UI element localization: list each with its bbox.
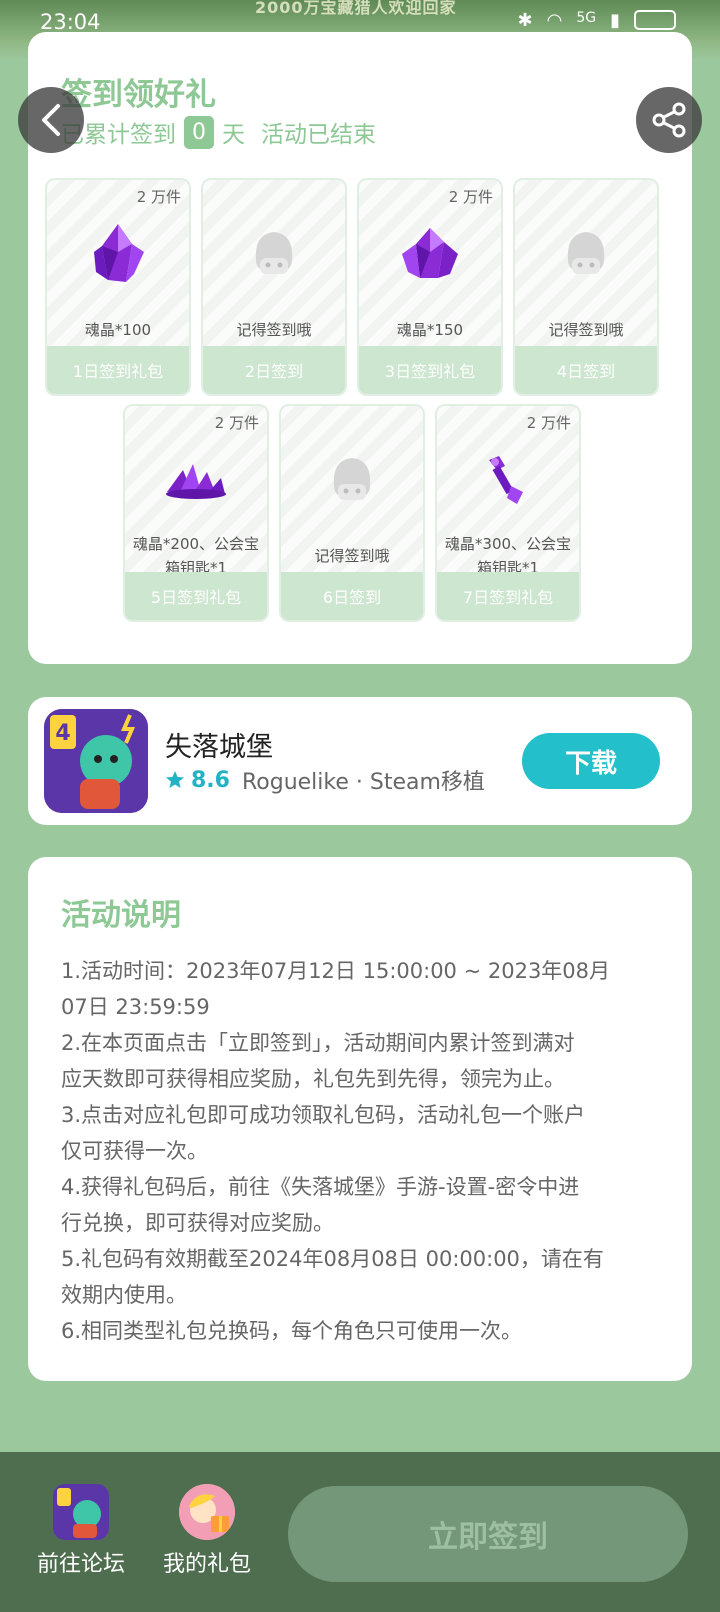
activity-status: 活动已结束 <box>261 122 376 148</box>
description-line: 行兑换，即可获得对应奖励。 <box>61 1211 334 1235</box>
game-card[interactable]: 4 失落城堡 8.6 Roguelike · Steam移植 下载 <box>28 697 692 825</box>
wifi-icon: ◠ <box>546 10 563 31</box>
share-button[interactable] <box>636 87 702 153</box>
gift-day-3[interactable]: 2 万件 魂晶*150 3日签到礼包 <box>357 178 503 396</box>
game-tags: Roguelike · Steam移植 <box>241 770 485 795</box>
signin-title: 签到领好礼 <box>61 77 216 113</box>
crystal-icon <box>94 224 144 282</box>
description-line: 1.活动时间：2023年07月12日 15:00:00 ~ 2023年08月 <box>61 959 611 983</box>
status-time: 23:04 <box>40 10 101 34</box>
status-icons: ✱ ◠ 5G ▮ <box>518 10 676 31</box>
chevron-left-icon <box>42 104 60 136</box>
description-line: 效期内使用。 <box>61 1283 187 1307</box>
description-body: 1.活动时间：2023年07月12日 15:00:00 ~ 2023年08月 0… <box>61 953 661 1349</box>
gift-quantity: 2 万件 <box>526 414 571 432</box>
description-title: 活动说明 <box>61 898 181 933</box>
back-button[interactable] <box>18 87 84 153</box>
svg-text:4: 4 <box>55 721 70 746</box>
signin-card: 签到领好礼 已累计签到 0 天 活动已结束 2 万件 魂晶*100 1日签到礼包 <box>28 32 692 664</box>
bottom-bar: 前往论坛 我的礼包 立即签到 <box>0 1452 720 1612</box>
network-label: 5G <box>576 10 597 26</box>
signal-icon: ▮ <box>610 10 620 31</box>
description-line: 2.在本页面点击「立即签到」，活动期间内累计签到满对 <box>61 1031 575 1055</box>
gift-day-7[interactable]: 2 万件 魂晶*300、公会宝箱钥匙*1 7日签到礼包 <box>435 404 581 622</box>
gift-day-label: 7日签到礼包 <box>437 572 579 620</box>
page: 2000万宝藏猎人欢迎回家 23:04 ✱ ◠ 5G ▮ 签到领好礼 已累计签到… <box>0 0 720 1612</box>
forum-label: 前往论坛 <box>36 1552 125 1577</box>
description-line: 5.礼包码有效期截至2024年08月08日 00:00:00，请在有 <box>61 1247 604 1271</box>
gift-quantity: 2 万件 <box>214 414 259 432</box>
gift-day-label: 2日签到 <box>203 346 345 394</box>
game-artwork-icon: 4 <box>44 709 148 813</box>
forum-nav-button[interactable]: 前往论坛 <box>26 1484 136 1578</box>
gift-day-label: 6日签到 <box>281 572 423 620</box>
signin-count-badge: 0 <box>184 115 214 149</box>
gift-quantity: 2 万件 <box>136 188 181 206</box>
gift-day-label: 5日签到礼包 <box>125 572 267 620</box>
my-gifts-icon <box>179 1484 235 1540</box>
placeholder-mascot-icon <box>333 458 371 500</box>
gift-day-5[interactable]: 2 万件 魂晶*200、公会宝箱钥匙*1 5日签到礼包 <box>123 404 269 622</box>
signin-unit: 天 <box>222 122 245 148</box>
crystal-pile-icon <box>166 464 226 499</box>
key-icon <box>489 456 523 504</box>
gift-quantity: 2 万件 <box>448 188 493 206</box>
gift-day-label: 1日签到礼包 <box>47 346 189 394</box>
placeholder-mascot-icon <box>255 232 293 274</box>
star-icon <box>166 771 184 788</box>
my-gifts-label: 我的礼包 <box>162 1552 251 1577</box>
game-name[interactable]: 失落城堡 <box>165 725 273 764</box>
gift-day-2[interactable]: 记得签到哦 2日签到 <box>201 178 347 396</box>
game-app-icon[interactable]: 4 <box>44 709 148 813</box>
description-line: 4.获得礼包码后，前往《失落城堡》手游-设置-密令中进 <box>61 1175 580 1199</box>
game-meta: 8.6 Roguelike · Steam移植 <box>165 764 485 796</box>
forum-icon <box>53 1484 109 1540</box>
placeholder-mascot-icon <box>567 232 605 274</box>
gift-day-6[interactable]: 记得签到哦 6日签到 <box>279 404 425 622</box>
my-gifts-nav-button[interactable]: 我的礼包 <box>152 1484 262 1578</box>
gift-day-label: 4日签到 <box>515 346 657 394</box>
description-line: 仅可获得一次。 <box>61 1139 208 1163</box>
signin-summary: 已累计签到 0 天 活动已结束 <box>61 115 376 149</box>
description-line: 6.相同类型礼包兑换码，每个角色只可使用一次。 <box>61 1319 523 1343</box>
crystal-icon <box>402 228 458 278</box>
gift-day-4[interactable]: 记得签到哦 4日签到 <box>513 178 659 396</box>
download-button[interactable]: 下载 <box>522 733 660 789</box>
share-icon <box>652 102 686 138</box>
bluetooth-icon: ✱ <box>517 10 533 31</box>
description-line: 应天数即可获得相应奖励，礼包先到先得，领完为止。 <box>61 1067 565 1091</box>
description-line: 3.点击对应礼包即可成功领取礼包码，活动礼包一个账户 <box>61 1103 586 1127</box>
battery-icon <box>634 10 676 30</box>
gift-day-1[interactable]: 2 万件 魂晶*100 1日签到礼包 <box>45 178 191 396</box>
game-rating: 8.6 <box>191 767 230 793</box>
status-bar: 23:04 ✱ ◠ 5G ▮ <box>0 0 720 34</box>
signin-now-button[interactable]: 立即签到 <box>288 1486 688 1582</box>
gift-day-label: 3日签到礼包 <box>359 346 501 394</box>
description-line: 07日 23:59:59 <box>61 995 210 1019</box>
description-card: 活动说明 1.活动时间：2023年07月12日 15:00:00 ~ 2023年… <box>28 857 692 1381</box>
